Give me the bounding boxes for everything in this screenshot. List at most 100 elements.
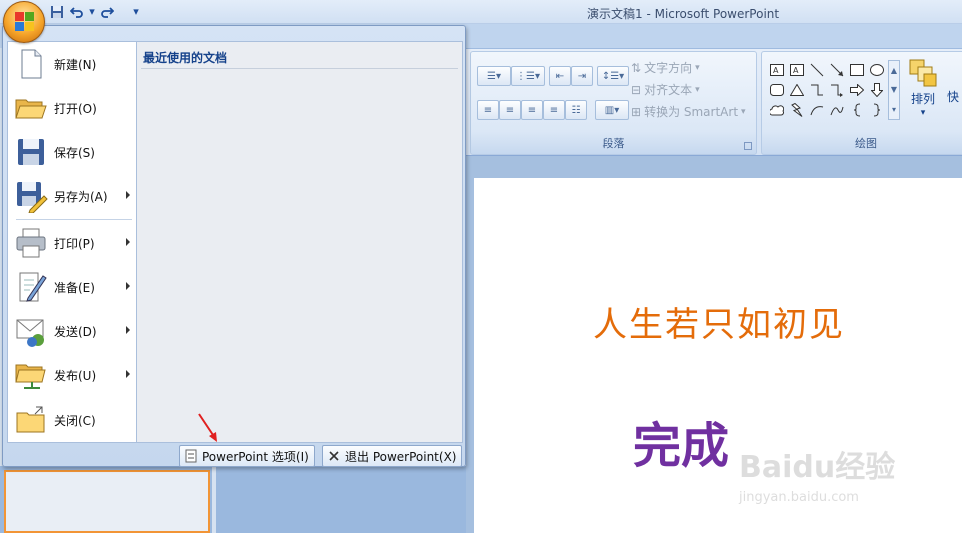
dropdown-icon: ▾	[741, 106, 746, 117]
oval-shape-icon[interactable]	[868, 60, 886, 80]
menu-item-label: 新建(N)	[54, 57, 97, 72]
recent-documents-divider	[141, 68, 458, 69]
arc-shape-icon[interactable]	[808, 100, 826, 120]
arrow-line-shape-icon[interactable]	[828, 60, 846, 80]
menu-item-publish[interactable]: 发布(U)	[8, 353, 136, 397]
smartart-icon: ⊞	[631, 104, 642, 119]
convert-smartart-button[interactable]: ⊞ 转换为 SmartArt ▾	[631, 103, 746, 120]
align-text-icon: ⊟	[631, 82, 642, 97]
submenu-arrow-icon	[126, 191, 130, 199]
svg-text:A: A	[793, 66, 799, 75]
baidu-watermark: Baidu经验 jingyan.baidu.com	[735, 428, 915, 518]
arrange-icon	[909, 59, 937, 87]
menu-item-save-as[interactable]: 另存为(A)	[8, 174, 136, 218]
curve-shape-icon[interactable]	[828, 100, 846, 120]
exit-powerpoint-button[interactable]: 退出 PowerPoint(X)	[322, 445, 463, 467]
save-icon[interactable]	[48, 3, 66, 21]
drawing-group: A A ▲ ▼ ▾ 排列 ▾ 快 绘图	[761, 51, 962, 155]
drawing-group-label: 绘图	[855, 137, 877, 150]
distribute-button[interactable]: ☷	[565, 100, 587, 120]
triangle-shape-icon[interactable]	[788, 80, 806, 100]
bullets-button[interactable]: ☰▾	[477, 66, 511, 86]
numbering-button[interactable]: ⋮☰▾	[511, 66, 545, 86]
office-button[interactable]	[3, 1, 45, 43]
left-brace-shape-icon[interactable]	[848, 100, 866, 120]
columns-button[interactable]: ▥▾	[595, 100, 629, 120]
submenu-arrow-icon	[126, 370, 130, 378]
new-document-icon	[14, 47, 48, 81]
lightning-shape-icon[interactable]	[788, 100, 806, 120]
slide-thumbnail[interactable]	[4, 470, 210, 533]
recent-documents-panel: 最近使用的文档	[136, 41, 463, 443]
options-icon	[185, 449, 197, 463]
customize-icon[interactable]: ▾	[130, 3, 142, 21]
scroll-up-icon[interactable]: ▲	[891, 66, 897, 75]
quick-styles-button[interactable]: 快	[947, 88, 959, 105]
rounded-rectangle-shape-icon[interactable]	[768, 80, 786, 100]
increase-indent-button[interactable]: ⇥	[571, 66, 593, 86]
slide-body-text[interactable]: 完成	[633, 406, 729, 476]
vertical-textbox-shape-icon[interactable]: A	[788, 60, 806, 80]
powerpoint-options-button[interactable]: PowerPoint 选项(I)	[179, 445, 315, 467]
line-spacing-button[interactable]: ↕☰▾	[597, 66, 629, 86]
undo-icon[interactable]	[68, 3, 86, 21]
align-right-button[interactable]: ≡	[521, 100, 543, 120]
paragraph-group: ☰▾ ⋮☰▾ ⇤ ⇥ ↕☰▾ ≡ ≡ ≡ ≡ ☷ ▥▾ ⇅ 文字方向 ▾ ⊟ 对…	[470, 51, 757, 155]
arrange-button[interactable]: 排列 ▾	[908, 58, 938, 118]
open-folder-icon	[14, 91, 48, 125]
menu-item-print[interactable]: 打印(P)	[8, 221, 136, 265]
menu-item-label: 关闭(C)	[54, 413, 96, 428]
menu-item-save[interactable]: 保存(S)	[8, 130, 136, 174]
undo-dropdown-icon[interactable]: ▾	[88, 3, 96, 21]
menu-item-label: 打开(O)	[54, 101, 97, 116]
print-icon	[14, 226, 48, 260]
right-arrow-shape-icon[interactable]	[848, 80, 866, 100]
close-icon	[329, 451, 339, 461]
decrease-indent-button[interactable]: ⇤	[549, 66, 571, 86]
line-shape-icon[interactable]	[808, 60, 826, 80]
cloud-shape-icon[interactable]	[768, 100, 786, 120]
submenu-arrow-icon	[126, 238, 130, 246]
shapes-gallery[interactable]: A A	[768, 60, 886, 120]
office-menu: 新建(N) 打开(O) 保存(S) 另存为(A) 打印(P) 准备(E) 发送(…	[2, 25, 466, 467]
text-direction-button[interactable]: ⇅ 文字方向 ▾	[631, 59, 700, 76]
menu-item-label: 另存为(A)	[54, 189, 108, 204]
watermark-url: jingyan.baidu.com	[739, 490, 859, 505]
textbox-shape-icon[interactable]: A	[768, 60, 786, 80]
submenu-arrow-icon	[126, 282, 130, 290]
slide-title-text[interactable]: 人生若只如初见	[593, 297, 845, 346]
window-title: 演示文稿1 - Microsoft PowerPoint	[587, 7, 780, 21]
shapes-gallery-scroll[interactable]: ▲ ▼ ▾	[888, 60, 900, 120]
menu-item-send[interactable]: 发送(D)	[8, 309, 136, 353]
title-bar: ▾ ▾ 演示文稿1 - Microsoft PowerPoint	[0, 0, 962, 24]
menu-item-close[interactable]: 关闭(C)	[8, 398, 136, 442]
menu-item-new[interactable]: 新建(N)	[8, 42, 136, 86]
menu-item-label: 发送(D)	[54, 324, 97, 339]
justify-button[interactable]: ≡	[543, 100, 565, 120]
down-arrow-shape-icon[interactable]	[868, 80, 886, 100]
dropdown-icon: ▾	[695, 62, 700, 73]
scroll-down-icon[interactable]: ▼	[891, 85, 897, 94]
menu-separator	[16, 219, 132, 220]
panel-splitter[interactable]	[212, 466, 216, 533]
menu-item-prepare[interactable]: 准备(E)	[8, 265, 136, 309]
submenu-arrow-icon	[126, 326, 130, 334]
elbow-arrow-shape-icon[interactable]	[828, 80, 846, 100]
right-brace-shape-icon[interactable]	[868, 100, 886, 120]
align-left-button[interactable]: ≡	[477, 100, 499, 120]
quick-access-toolbar: ▾ ▾	[48, 2, 148, 21]
menu-item-open[interactable]: 打开(O)	[8, 86, 136, 130]
menu-item-label: 保存(S)	[54, 145, 95, 160]
menu-item-label: 打印(P)	[54, 236, 95, 251]
text-direction-icon: ⇅	[631, 60, 642, 75]
save-as-icon	[14, 179, 48, 214]
align-text-button[interactable]: ⊟ 对齐文本 ▾	[631, 81, 700, 98]
close-folder-icon	[14, 403, 48, 437]
align-center-button[interactable]: ≡	[499, 100, 521, 120]
dialog-launcher-icon[interactable]	[744, 142, 752, 150]
gallery-more-icon[interactable]: ▾	[892, 105, 896, 114]
elbow-connector-shape-icon[interactable]	[808, 80, 826, 100]
rectangle-shape-icon[interactable]	[848, 60, 866, 80]
annotation-arrow	[198, 413, 217, 442]
redo-icon[interactable]	[98, 3, 116, 21]
